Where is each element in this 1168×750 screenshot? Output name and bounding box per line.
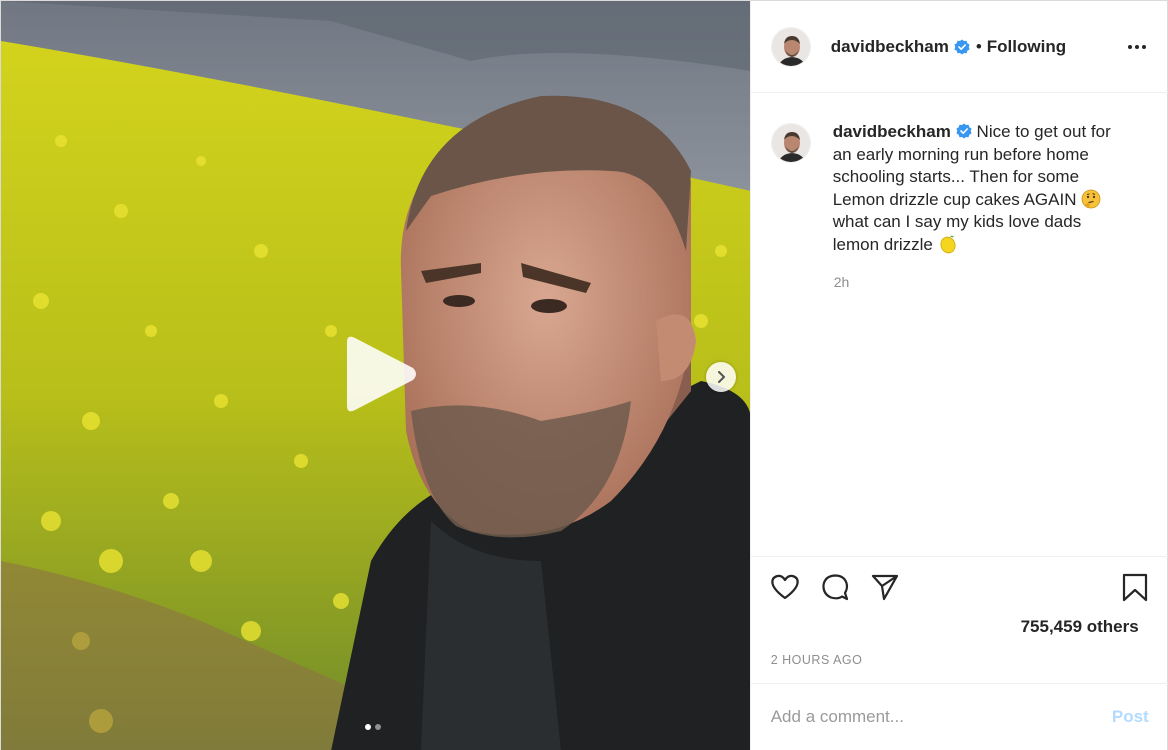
comment-icon[interactable] [819, 571, 851, 603]
comment-input[interactable] [770, 707, 1112, 727]
avatar[interactable] [770, 26, 811, 67]
profile-photo [771, 27, 810, 66]
play-icon[interactable] [341, 334, 421, 414]
instagram-post: davidbeckham • Following davidbeckham Ni… [0, 0, 1168, 750]
following-button[interactable]: Following [987, 37, 1066, 57]
header-username[interactable]: davidbeckham [831, 37, 949, 57]
action-icons [769, 571, 901, 603]
comment-form: Post [750, 683, 1168, 750]
post-timestamp[interactable]: 2 HOURS AGO [771, 653, 863, 667]
likes-count[interactable]: 755,459 others [1021, 617, 1139, 637]
caption-timestamp: 2h [833, 274, 850, 290]
carousel-dot [375, 724, 381, 730]
verified-badge-icon [954, 39, 970, 54]
share-icon[interactable] [869, 571, 901, 603]
bookmark-icon[interactable] [1119, 571, 1151, 603]
caption-username[interactable]: davidbeckham [833, 122, 951, 141]
lemon-emoji [940, 235, 956, 253]
post-comment-button[interactable]: Post [1112, 707, 1149, 727]
next-slide-button[interactable] [706, 362, 736, 392]
profile-photo [771, 124, 810, 162]
caption-avatar[interactable] [770, 123, 811, 163]
caption-text: davidbeckham Nice to get out for an earl… [833, 121, 1123, 256]
verified-badge-icon [956, 123, 972, 139]
post-caption: davidbeckham Nice to get out for an earl… [770, 121, 1151, 256]
post-actions: 755,459 others 2 HOURS AGO Post [750, 556, 1168, 750]
chevron-right-icon [718, 371, 725, 383]
more-options-icon[interactable] [1125, 35, 1149, 59]
carousel-indicator [365, 724, 381, 730]
post-media[interactable] [1, 1, 750, 750]
thinking-face-emoji [1081, 189, 1101, 208]
post-header: davidbeckham • Following [750, 1, 1168, 93]
post-sidebar: davidbeckham • Following davidbeckham Ni… [749, 1, 1168, 750]
carousel-dot-active [365, 724, 371, 730]
header-separator: • [975, 36, 982, 56]
heart-icon[interactable] [769, 571, 801, 603]
